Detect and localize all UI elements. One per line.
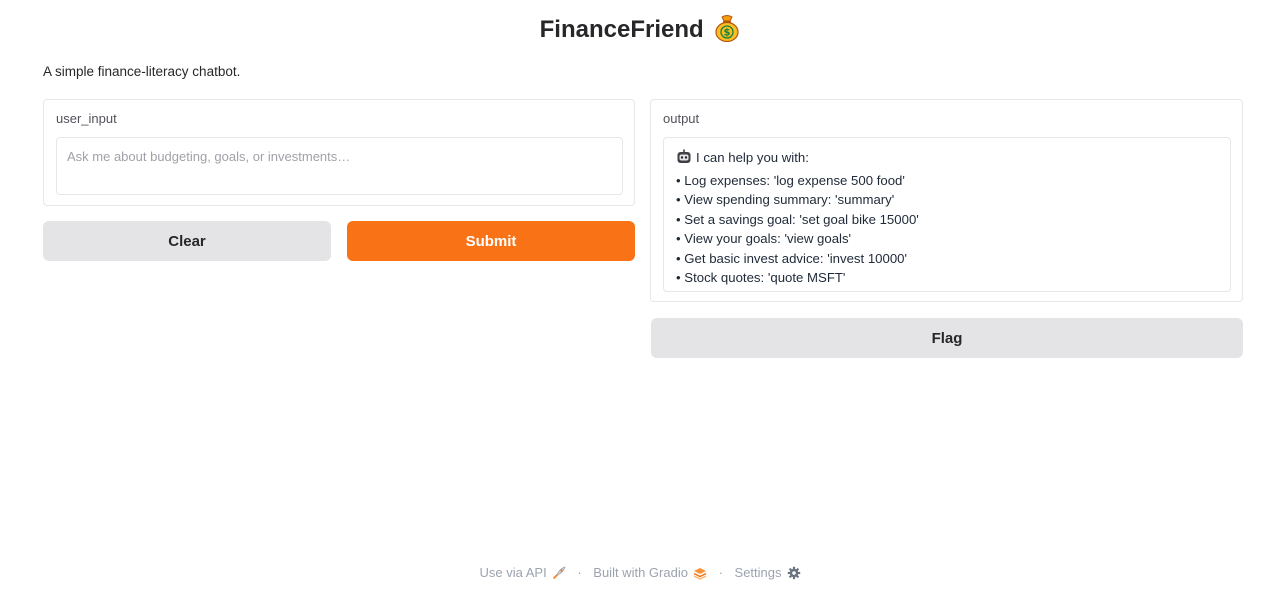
use-via-api-link[interactable]: Use via API: [479, 565, 566, 580]
money-bag-icon: $: [714, 14, 740, 50]
output-line: I can help you with:: [676, 148, 1218, 171]
settings-text: Settings: [734, 565, 782, 580]
output-label: output: [663, 111, 700, 126]
footer-separator: ·: [577, 565, 582, 580]
gradio-logo-icon: [693, 568, 707, 580]
settings-link[interactable]: Settings: [735, 565, 801, 580]
footer: Use via API · Built with Gradio · Settin…: [0, 564, 1280, 582]
built-with-gradio-link[interactable]: Built with Gradio: [593, 565, 707, 580]
output-line: • View your goals: 'view goals': [676, 231, 852, 246]
use-via-api-text: Use via API: [479, 565, 547, 580]
page-title-text: FinanceFriend: [539, 16, 704, 43]
output-line: • Log expenses: 'log expense 500 food': [676, 172, 905, 188]
page-title: FinanceFriend $: [0, 14, 1280, 44]
svg-text:$: $: [724, 28, 731, 39]
clear-button[interactable]: Clear: [43, 221, 331, 261]
output-line: • Get basic invest advice: 'invest 10000…: [676, 250, 908, 266]
submit-button[interactable]: Submit: [347, 221, 635, 261]
gear-icon: [787, 566, 800, 580]
user-input-label: user_input: [56, 111, 117, 126]
output-line: • Set a savings goal: 'set goal bike 150…: [676, 211, 919, 227]
output-textbox[interactable]: I can help you with: • Log expenses: 'lo…: [663, 137, 1231, 292]
built-with-gradio-text: Built with Gradio: [593, 565, 688, 580]
output-panel: output I can help you with: • Log expens…: [650, 99, 1243, 302]
output-line: • View spending summary: 'summary': [676, 192, 895, 207]
output-line: • Stock quotes: 'quote MSFT': [676, 270, 846, 285]
app-description: A simple finance-literacy chatbot.: [43, 64, 241, 79]
robot-icon: [676, 149, 692, 171]
footer-separator: ·: [718, 565, 723, 580]
user-input-field[interactable]: [56, 137, 623, 195]
rocket-icon: [552, 566, 566, 580]
flag-button[interactable]: Flag: [651, 318, 1243, 358]
output-line-text: I can help you with:: [696, 150, 809, 165]
user-input-panel: user_input: [43, 99, 635, 206]
